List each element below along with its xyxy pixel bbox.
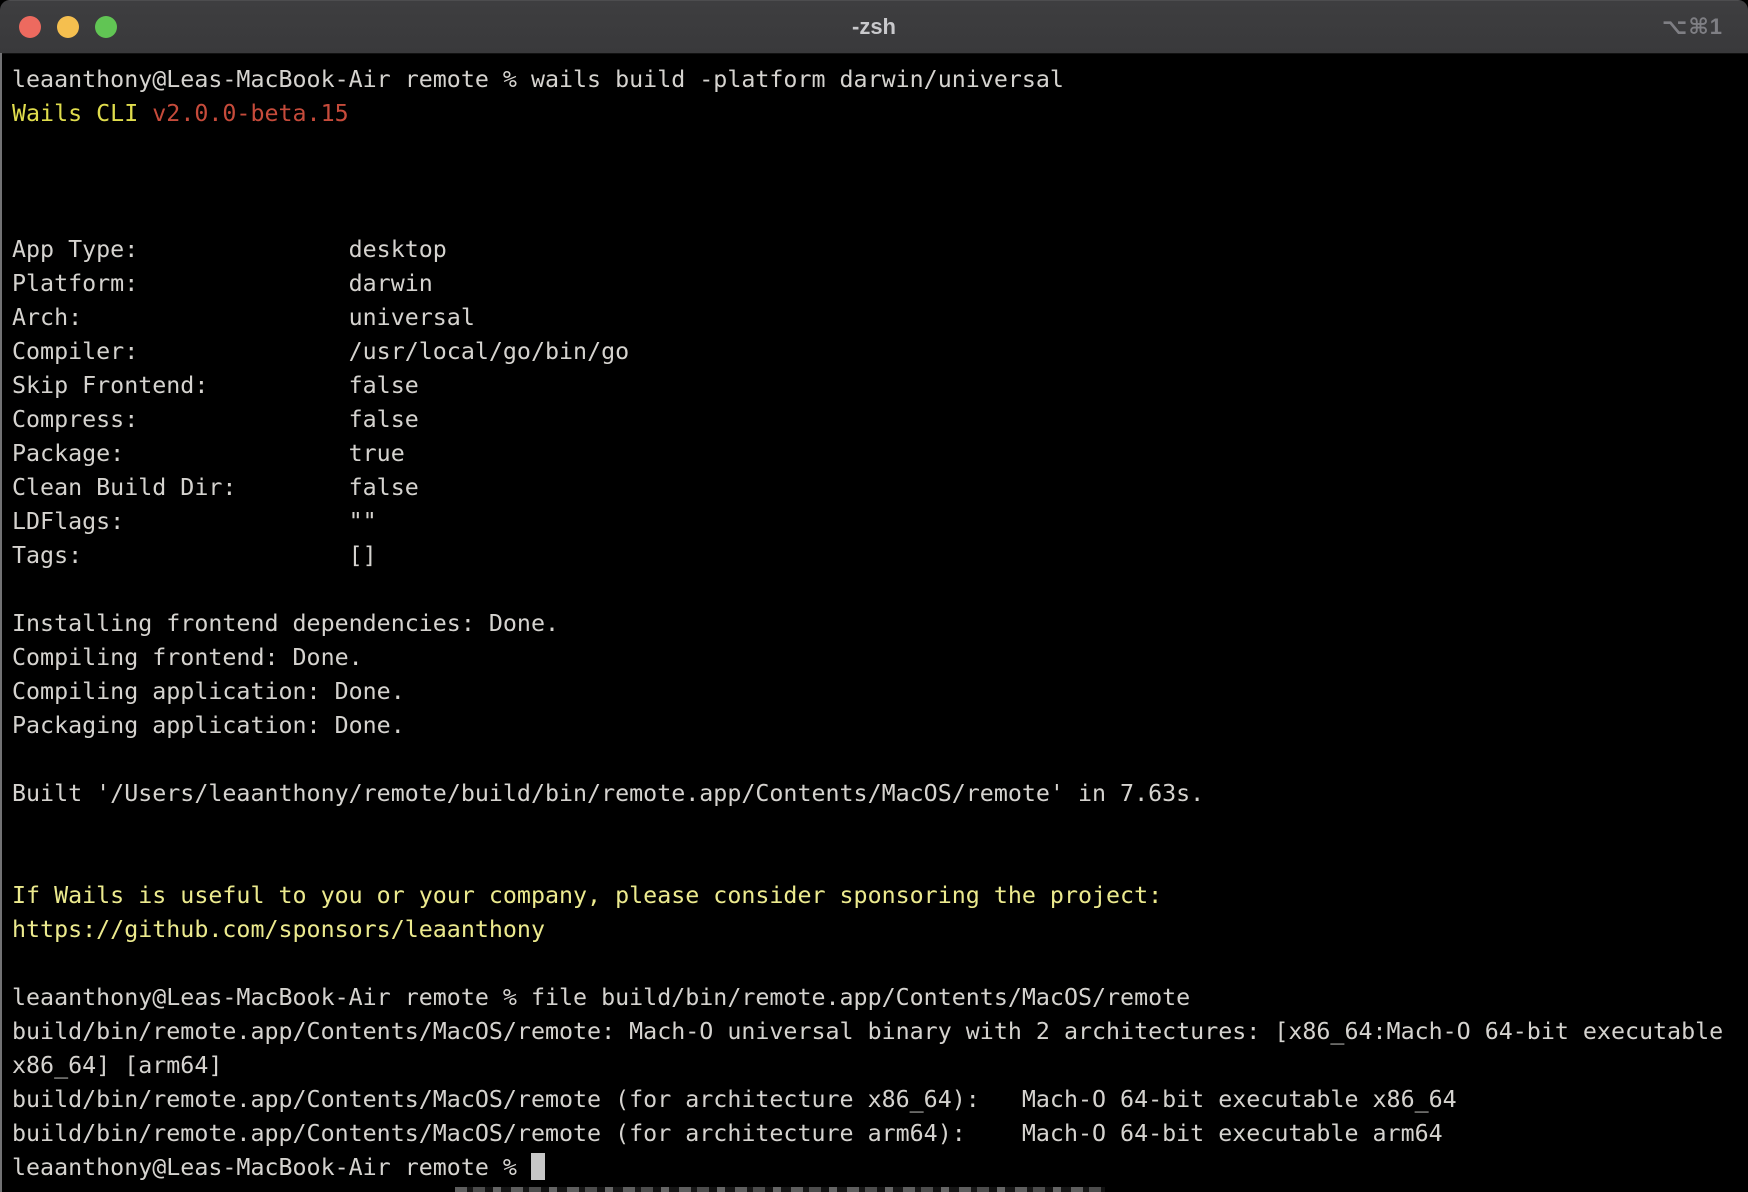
terminal-text-segment: Compress: [12,406,349,433]
terminal-line [12,199,1744,233]
terminal-line [12,131,1744,165]
terminal-line: leaanthony@Leas-MacBook-Air remote % [12,1151,1744,1185]
terminal-text-segment: Packaging application: Done. [12,712,405,739]
terminal-text-segment: v2.0.0-beta.15 [152,100,348,127]
terminal-text-segment: leaanthony@Leas-MacBook-Air remote % wai… [12,66,1064,93]
terminal-line: Tags: [] [12,539,1744,573]
terminal-line: build/bin/remote.app/Contents/MacOS/remo… [12,1117,1744,1151]
terminal-text-segment: Clean Build Dir: [12,474,349,501]
terminal-text-segment: build/bin/remote.app/Contents/MacOS/remo… [12,1086,1457,1113]
terminal-text-segment: Compiler: [12,338,349,365]
terminal-line: build/bin/remote.app/Contents/MacOS/remo… [12,1015,1744,1049]
window-left-edge [0,53,2,1192]
terminal-line: leaanthony@Leas-MacBook-Air remote % fil… [12,981,1744,1015]
terminal-text-segment: desktop [349,236,447,263]
terminal-text-segment: Compiling application: Done. [12,678,405,705]
terminal-line [12,845,1744,879]
terminal-text-segment: App Type: [12,236,349,263]
occluded-window-sliver [455,1187,1105,1192]
terminal-text-segment: x86_64] [arm64] [12,1052,222,1079]
terminal-line [12,165,1744,199]
terminal-line: x86_64] [arm64] [12,1049,1744,1083]
terminal-text-segment: false [349,406,419,433]
terminal-text-segment: Built '/Users/leaanthony/remote/build/bi… [12,780,1204,807]
terminal-line: Installing frontend dependencies: Done. [12,607,1744,641]
terminal-line [12,743,1744,777]
terminal-line: Platform: darwin [12,267,1744,301]
terminal-line: https://github.com/sponsors/leaanthony [12,913,1744,947]
terminal-text-segment: false [349,474,419,501]
terminal-window: -zsh ⌥⌘1 leaanthony@Leas-MacBook-Air rem… [0,0,1748,1192]
terminal-text-segment: /usr/local/go/bin/go [349,338,630,365]
terminal-text-segment: Arch: [12,304,349,331]
terminal-line: leaanthony@Leas-MacBook-Air remote % wai… [12,63,1744,97]
terminal-text-segment: build/bin/remote.app/Contents/MacOS/remo… [12,1120,1443,1147]
terminal-line: Compiling application: Done. [12,675,1744,709]
terminal-line [12,573,1744,607]
terminal-text-segment: "" [349,508,377,535]
terminal-text-segment: build/bin/remote.app/Contents/MacOS/remo… [12,1018,1723,1045]
terminal-text-segment: universal [349,304,475,331]
terminal-text-segment: false [349,372,419,399]
terminal-line: Package: true [12,437,1744,471]
terminal-line: Compiling frontend: Done. [12,641,1744,675]
terminal-text-segment: Compiling frontend: Done. [12,644,363,671]
terminal-text-segment: Installing frontend dependencies: Done. [12,610,559,637]
terminal-text-segment: leaanthony@Leas-MacBook-Air remote % fil… [12,984,1190,1011]
terminal-text-segment: Wails CLI [12,100,152,127]
terminal-line [12,947,1744,981]
terminal-line: Skip Frontend: false [12,369,1744,403]
terminal-cursor [531,1153,545,1180]
terminal-line: Packaging application: Done. [12,709,1744,743]
terminal-line: If Wails is useful to you or your compan… [12,879,1744,913]
terminal-line: App Type: desktop [12,233,1744,267]
terminal-line: Built '/Users/leaanthony/remote/build/bi… [12,777,1744,811]
terminal-text-segment: leaanthony@Leas-MacBook-Air remote % [12,1154,531,1181]
terminal-text-segment: Skip Frontend: [12,372,349,399]
terminal-text-segment: If Wails is useful to you or your compan… [12,882,1162,909]
terminal-text-segment: Platform: [12,270,349,297]
terminal-line: Compress: false [12,403,1744,437]
window-title: -zsh [0,0,1748,53]
terminal-text-segment: Tags: [12,542,349,569]
window-titlebar[interactable]: -zsh ⌥⌘1 [0,0,1748,54]
terminal-line: build/bin/remote.app/Contents/MacOS/remo… [12,1083,1744,1117]
terminal-text-segment: [] [349,542,377,569]
terminal-text-segment: true [349,440,405,467]
terminal-text-segment: Package: [12,440,349,467]
terminal-text-segment: LDFlags: [12,508,349,535]
terminal-line: Wails CLI v2.0.0-beta.15 [12,97,1744,131]
terminal-line: Arch: universal [12,301,1744,335]
terminal-line: LDFlags: "" [12,505,1744,539]
tab-shortcut-badge: ⌥⌘1 [1662,0,1723,53]
terminal-line: Clean Build Dir: false [12,471,1744,505]
terminal-line [12,811,1744,845]
terminal-text-segment: darwin [349,270,433,297]
terminal-line: Compiler: /usr/local/go/bin/go [12,335,1744,369]
terminal-text-segment: https://github.com/sponsors/leaanthony [12,916,545,943]
terminal-output[interactable]: leaanthony@Leas-MacBook-Air remote % wai… [0,54,1748,1192]
